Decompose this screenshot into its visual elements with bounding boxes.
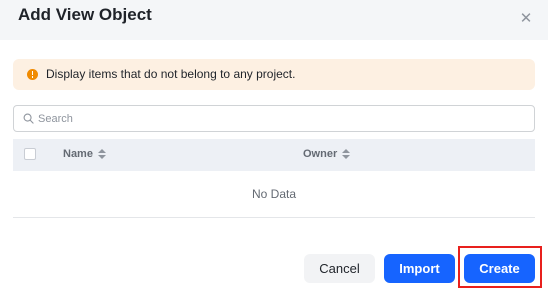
dialog-header: Add View Object ✕	[0, 0, 548, 40]
dialog-title: Add View Object	[18, 5, 152, 24]
sort-icon	[342, 149, 351, 160]
select-all-checkbox[interactable]	[24, 148, 36, 160]
column-name-label: Name	[63, 148, 93, 160]
column-header-name[interactable]: Name	[63, 148, 106, 160]
close-icon[interactable]: ✕	[517, 10, 535, 28]
column-header-owner[interactable]: Owner	[303, 148, 351, 160]
column-owner-label: Owner	[303, 148, 338, 160]
create-button[interactable]: Create	[464, 254, 535, 283]
alert-text: Display items that do not belong to any …	[46, 67, 296, 81]
warning-icon	[27, 69, 38, 80]
search-input[interactable]	[38, 106, 528, 131]
table-header: Name Owner	[13, 139, 535, 171]
sort-icon	[97, 149, 106, 160]
import-button[interactable]: Import	[384, 254, 455, 283]
cancel-button[interactable]: Cancel	[304, 254, 375, 283]
info-alert: Display items that do not belong to any …	[13, 59, 535, 90]
search-icon	[23, 113, 34, 124]
search-box[interactable]	[13, 105, 535, 132]
empty-state: No Data	[13, 171, 535, 218]
